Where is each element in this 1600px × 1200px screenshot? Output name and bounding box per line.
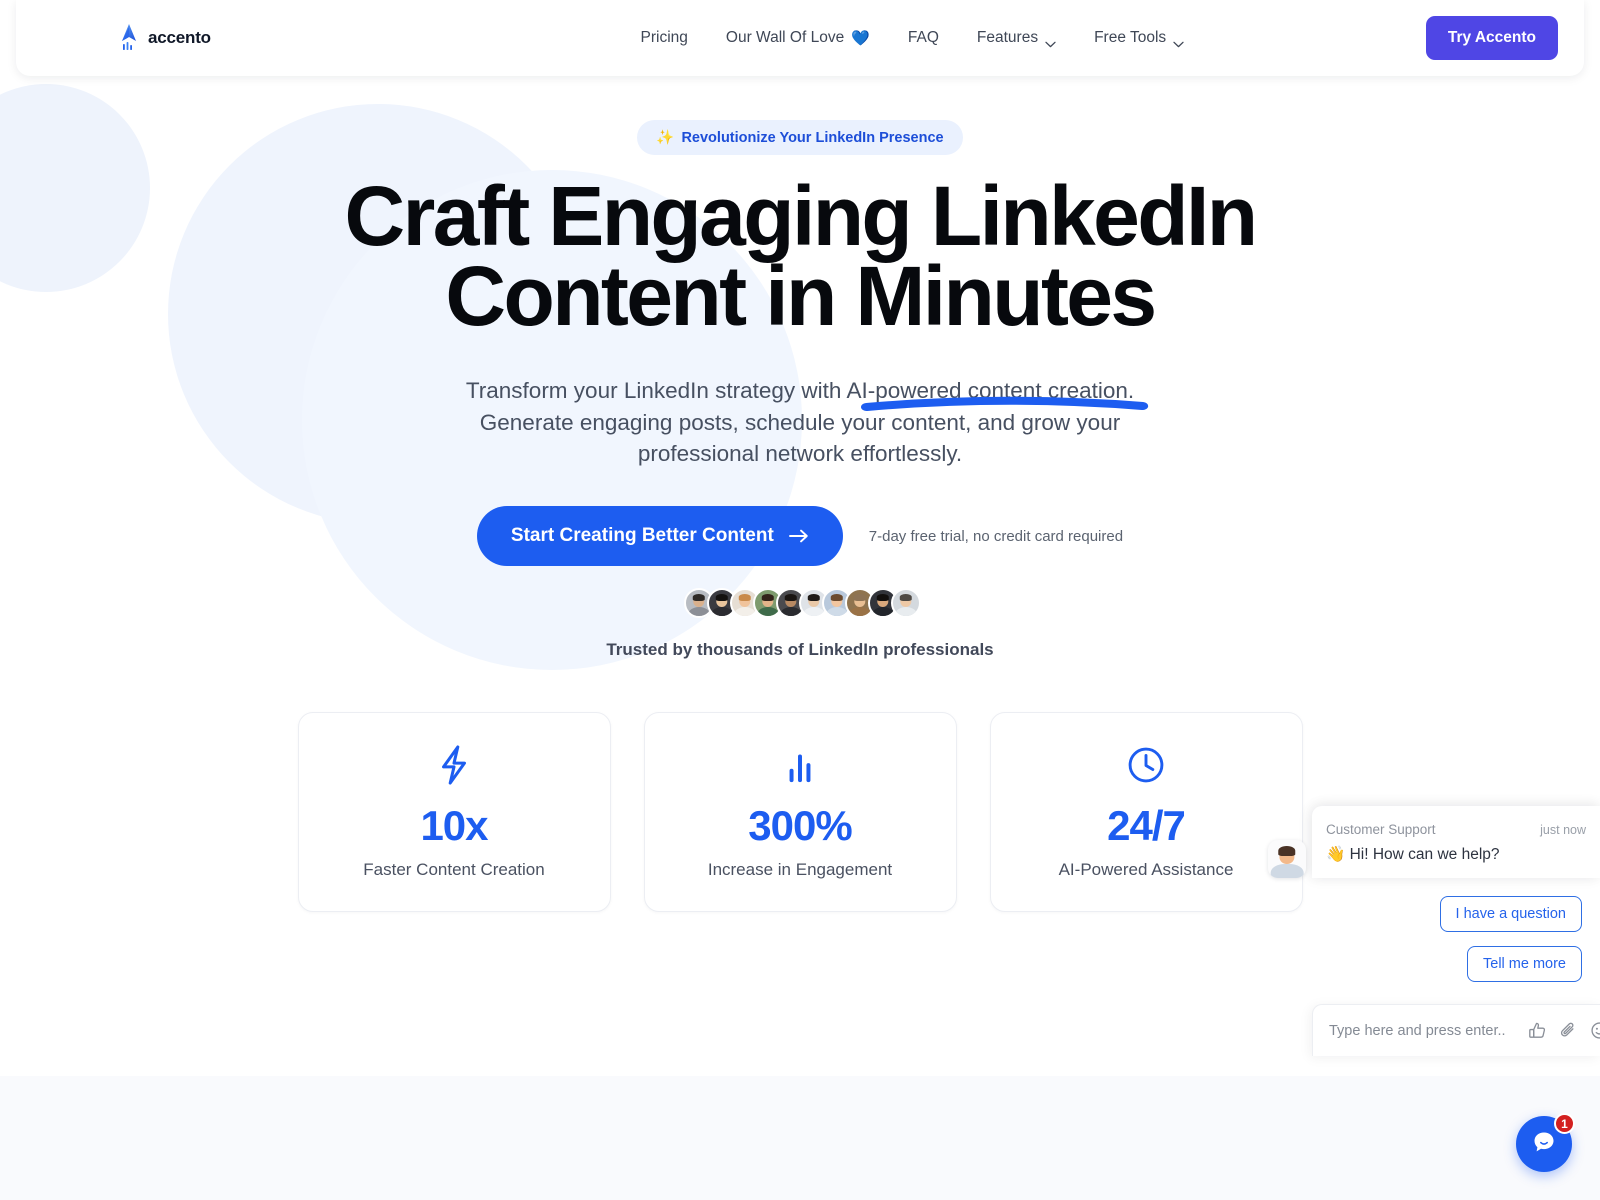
quick-reply-list: I have a question Tell me more: [1312, 878, 1600, 982]
nav-label: Features: [976, 29, 1039, 46]
hero-cta-row: Start Creating Better Content 7-day free…: [476, 506, 1124, 567]
brand-logo-link[interactable]: accento: [116, 23, 211, 53]
trusted-by-text: Trusted by thousands of LinkedIn profess…: [606, 640, 994, 660]
emoji-icon[interactable]: [1590, 1021, 1600, 1040]
sparkles-icon: ✨: [656, 130, 675, 146]
chevron-down-icon: [1173, 35, 1184, 47]
stat-label: AI-Powered Assistance: [1058, 860, 1234, 880]
quick-reply-i-have-a-question[interactable]: I have a question: [1439, 896, 1582, 932]
hero-section: ✨ Revolutionize Your LinkedIn Presence C…: [0, 76, 1600, 913]
headline-highlight-wrapper: Minutes: [855, 254, 1157, 411]
quick-reply-tell-me-more[interactable]: Tell me more: [1467, 946, 1582, 982]
chevron-down-icon: [1045, 35, 1056, 47]
paperclip-icon[interactable]: [1559, 1021, 1578, 1040]
nav-item-free-tools[interactable]: Free Tools: [1094, 29, 1184, 47]
unread-count-badge: 1: [1554, 1113, 1575, 1134]
stat-card-grid: 10x Faster Content Creation 300% Increas…: [297, 712, 1303, 913]
stat-value: 10x: [420, 802, 488, 850]
trial-note: 7-day free trial, no credit card require…: [868, 527, 1124, 545]
chat-message-card: Customer Support just now 👋 Hi! How can …: [1268, 806, 1600, 878]
nav-label: Free Tools: [1094, 29, 1167, 46]
hero-badge-label: Revolutionize Your LinkedIn Presence: [681, 129, 944, 146]
underline-swoosh-icon: [861, 343, 1149, 411]
try-accento-button[interactable]: Try Accento: [1425, 16, 1558, 60]
stat-label: Faster Content Creation: [363, 860, 545, 880]
nav-item-features[interactable]: Features: [977, 29, 1056, 47]
stat-value: 300%: [748, 802, 852, 850]
stat-label: Increase in Engagement: [707, 860, 893, 880]
chat-widget: Customer Support just now 👋 Hi! How can …: [1268, 806, 1600, 1056]
nav-item-our-wall-of-love[interactable]: Our Wall Of Love 💙: [726, 29, 870, 47]
stat-value: 24/7: [1107, 802, 1186, 850]
site-header: accento Pricing Our Wall Of Love 💙 FAQ F…: [16, 0, 1584, 76]
hero-subheadline: Transform your LinkedIn strategy with AI…: [465, 377, 1135, 467]
nav-label: FAQ: [907, 29, 939, 46]
stat-card: 300% Increase in Engagement: [643, 712, 957, 913]
nav-item-pricing[interactable]: Pricing: [641, 29, 688, 47]
hero-badge: ✨ Revolutionize Your LinkedIn Presence: [637, 120, 963, 155]
bar-chart-icon: [781, 744, 819, 786]
cta-label: Start Creating Better Content: [510, 525, 774, 547]
clock-icon: [1126, 744, 1166, 786]
chat-message-meta: Customer Support just now: [1326, 822, 1586, 837]
support-agent-avatar: [1268, 840, 1306, 878]
thumbs-up-icon[interactable]: [1528, 1021, 1547, 1040]
header-container: accento Pricing Our Wall Of Love 💙 FAQ F…: [16, 0, 1584, 76]
avatar: [891, 588, 921, 619]
brand-name: accento: [148, 28, 211, 47]
arrow-right-icon: [788, 528, 809, 544]
page-title: Craft Engaging LinkedIn Content in Minut…: [345, 174, 1258, 411]
chat-sender-name: Customer Support: [1326, 822, 1436, 837]
headline-line-2-highlight: Minutes: [855, 248, 1157, 343]
chat-message-input[interactable]: [1329, 1022, 1516, 1039]
main-navigation: Pricing Our Wall Of Love 💙 FAQ Features …: [399, 29, 1426, 47]
start-creating-better-content-button[interactable]: Start Creating Better Content: [476, 506, 843, 567]
nav-label: Our Wall Of Love: [725, 29, 845, 46]
lightning-bolt-icon: [435, 744, 473, 786]
lower-section-band: [0, 1076, 1600, 1200]
nav-item-faq[interactable]: FAQ: [908, 29, 939, 47]
chat-timestamp: just now: [1540, 823, 1586, 837]
social-proof-avatars: [679, 588, 921, 619]
chat-input-bar: [1312, 1004, 1600, 1056]
stat-card: 24/7 AI-Powered Assistance: [989, 712, 1303, 913]
nav-label: Pricing: [640, 29, 688, 46]
chat-bubble-icon: [1529, 1127, 1559, 1162]
chat-message-text: 👋 Hi! How can we help?: [1326, 846, 1500, 863]
stat-card: 10x Faster Content Creation: [297, 712, 611, 913]
chat-launcher-button[interactable]: 1: [1516, 1113, 1575, 1172]
headline-line-2-prefix: Content in: [445, 248, 856, 343]
blue-heart-icon: 💙: [851, 30, 870, 47]
rocket-logo-icon: [116, 23, 142, 53]
